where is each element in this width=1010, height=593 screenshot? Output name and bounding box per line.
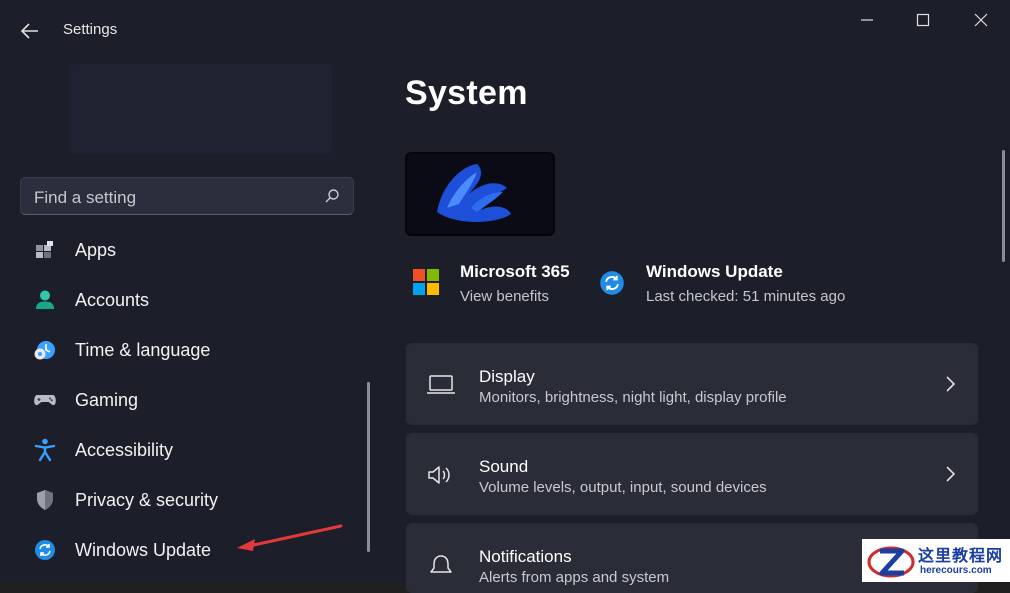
chevron-right-icon [944, 465, 956, 483]
search-input[interactable]: Find a setting [34, 188, 136, 208]
accessibility-icon [30, 435, 60, 465]
windows-update-icon [599, 270, 627, 298]
sidebar-item-accessibility[interactable]: Accessibility [20, 428, 360, 472]
user-profile-area[interactable] [70, 64, 332, 154]
back-arrow-icon[interactable] [18, 20, 42, 42]
sidebar-item-label: Gaming [75, 389, 139, 410]
sidebar-item-label: Accessibility [75, 439, 174, 460]
watermark-logo-icon [866, 541, 916, 581]
minimize-icon[interactable] [854, 10, 880, 30]
info-subtitle: View benefits [460, 288, 549, 305]
page-title: System [405, 74, 528, 112]
sidebar-item-label: Privacy & security [75, 489, 219, 510]
sidebar-item-label: Time & language [75, 339, 211, 360]
sidebar-item-time-language[interactable]: Time & language [20, 328, 360, 372]
card-title: Notifications [479, 547, 572, 566]
chevron-right-icon [944, 375, 956, 393]
card-subtitle: Monitors, brightness, night light, displ… [479, 389, 787, 406]
display-icon [426, 373, 456, 397]
sidebar-item-apps[interactable]: Apps [20, 228, 360, 272]
card-subtitle: Alerts from apps and system [479, 569, 670, 586]
annotation-arrow [235, 522, 345, 559]
sidebar-item-privacy-security[interactable]: Privacy & security [20, 478, 360, 522]
sidebar-item-label: Apps [75, 239, 117, 260]
search-icon[interactable] [324, 188, 340, 204]
accounts-icon [30, 285, 60, 315]
watermark-name: 这里教程网 [918, 548, 1004, 565]
search-box[interactable]: Find a setting [20, 177, 354, 215]
sidebar-item-accounts[interactable]: Accounts [20, 278, 360, 322]
info-title: Microsoft 365 [460, 262, 570, 281]
microsoft-365-info[interactable]: Microsoft 365 View benefits [413, 262, 570, 305]
maximize-icon[interactable] [910, 10, 936, 30]
device-preview-image[interactable] [405, 152, 555, 236]
display-card[interactable]: Display Monitors, brightness, night ligh… [406, 343, 978, 425]
main-content: System Microsoft 365 View benefits Windo… [388, 0, 1010, 593]
shield-icon [30, 485, 60, 515]
sidebar-scrollbar[interactable] [367, 382, 370, 552]
apps-icon [30, 235, 60, 265]
sidebar-item-label: Accounts [75, 289, 150, 310]
app-title: Settings [63, 21, 118, 38]
card-title: Sound [479, 457, 529, 476]
windows-update-icon [30, 535, 60, 565]
sidebar-item-label: Windows Update [75, 539, 212, 560]
info-title: Windows Update [646, 262, 783, 281]
sidebar-item-gaming[interactable]: Gaming [20, 378, 360, 422]
microsoft-logo-icon [413, 269, 441, 297]
windows-update-info[interactable]: Windows Update Last checked: 51 minutes … [599, 262, 845, 305]
gaming-icon [30, 385, 60, 415]
watermark: 这里教程网 herecours.com [862, 539, 1010, 582]
close-icon[interactable] [968, 10, 994, 30]
card-title: Display [479, 367, 535, 386]
sidebar: Settings Find a setting Apps Accounts Ti… [0, 0, 388, 582]
speaker-icon [426, 463, 456, 487]
info-subtitle: Last checked: 51 minutes ago [646, 288, 846, 305]
card-subtitle: Volume levels, output, input, sound devi… [479, 479, 767, 496]
bell-icon [426, 553, 456, 577]
time-language-icon [30, 335, 60, 365]
watermark-url: herecours.com [920, 565, 992, 576]
main-scrollbar[interactable] [1002, 150, 1005, 262]
sound-card[interactable]: Sound Volume levels, output, input, soun… [406, 433, 978, 515]
